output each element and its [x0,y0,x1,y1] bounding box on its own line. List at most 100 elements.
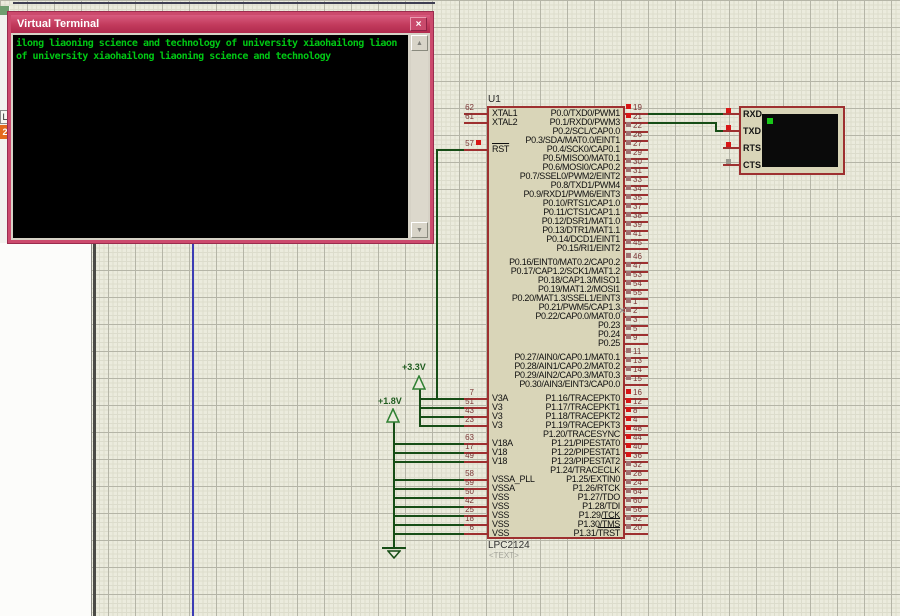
terminal-text-line: ilong liaoning science and technology of… [13,37,408,50]
pin-state-indicator [626,167,631,172]
pin-stub[interactable] [464,533,487,535]
window-title: Virtual Terminal [17,18,99,30]
pin-state-indicator [626,122,631,127]
pin-state-indicator [626,407,631,412]
pin-number: 12 [633,398,661,406]
pin-number: 60 [633,497,661,505]
pin-state-indicator [626,506,631,511]
pin-stub[interactable] [723,113,739,115]
pin-state-indicator [626,434,631,439]
pin-number: 61 [446,113,474,121]
pin-state-indicator [626,515,631,520]
terminal-console[interactable]: ilong liaoning science and technology of… [13,35,408,238]
pin-label: P0.25 [489,338,620,348]
pin-state-indicator [626,307,631,312]
pin-state-indicator [626,497,631,502]
pin-number: 49 [446,452,474,460]
pin-stub[interactable] [625,384,648,386]
pin-number: 4 [633,416,661,424]
wire-segment[interactable] [715,122,717,130]
power-3v3-label: +3.3V [402,362,426,372]
pin-number: 2 [633,307,661,315]
pin-stub[interactable] [464,149,487,151]
pin-state-indicator [626,289,631,294]
pin-label: P0.30/AIN3/EINT3/CAP0.0 [489,379,620,389]
pin-number: 21 [633,113,661,121]
pin-number: 50 [446,488,474,496]
pin-number: 48 [633,425,661,433]
toolbar-bottom-edge [13,2,435,4]
pin-state-indicator [626,239,631,244]
pin-number: 40 [633,443,661,451]
pin-number: 45 [633,239,661,247]
virtual-terminal-window: Virtual Terminal × ilong liaoning scienc… [8,12,433,243]
pin-stub[interactable] [723,147,739,149]
pin-state-indicator [726,142,731,147]
pin-number: 46 [633,253,661,261]
pin-number: 26 [633,131,661,139]
pin-number: 24 [633,479,661,487]
pin-number: 56 [633,506,661,514]
pin-state-indicator [626,221,631,226]
pin-number: 32 [633,461,661,469]
power-3v3-arrow-icon[interactable] [412,375,426,390]
pin-label: P0.15/RI1/EINT2 [489,243,620,253]
pin-number: 51 [446,398,474,406]
pin-number: 1 [633,298,661,306]
pin-state-indicator [626,524,631,529]
terminal-scrollbar[interactable]: ▲ ▼ [411,35,428,238]
pin-state-indicator [626,212,631,217]
pin-state-indicator [626,158,631,163]
pin-stub[interactable] [464,425,487,427]
power-1v8-label: +1.8V [378,396,402,406]
pin-number: 42 [446,497,474,505]
wire-segment[interactable] [393,421,395,547]
chip-reference: U1 [488,94,501,105]
pin-stub[interactable] [723,164,739,166]
pin-stub[interactable] [464,122,487,124]
pin-state-indicator [626,425,631,430]
pin-number: 53 [633,271,661,279]
window-client-area: ilong liaoning science and technology of… [11,33,430,240]
window-titlebar[interactable]: Virtual Terminal × [11,15,430,33]
pin-number: 19 [633,104,661,112]
pin-number: 31 [633,167,661,175]
pin-stub[interactable] [723,130,739,132]
instrument-pin-label: RXD [743,109,762,119]
pin-state-indicator [476,140,481,145]
pin-number: 30 [633,158,661,166]
scroll-up-button[interactable]: ▲ [411,35,428,51]
pin-number: 63 [446,434,474,442]
ground-symbol[interactable] [382,547,406,549]
pin-state-indicator [626,262,631,267]
pin-number: 37 [633,203,661,211]
pin-state-indicator [626,325,631,330]
pin-stub[interactable] [625,343,648,345]
instrument-screen [762,114,838,167]
wire-segment[interactable] [436,149,438,398]
pin-number: 62 [446,104,474,112]
pin-number: 34 [633,185,661,193]
instrument-pin-label: CTS [743,160,761,170]
pin-number: 33 [633,176,661,184]
pin-number: 55 [633,289,661,297]
pin-number: 41 [633,230,661,238]
pin-stub[interactable] [625,248,648,250]
pin-number: 47 [633,262,661,270]
pin-state-indicator [626,113,631,118]
pin-label: P1.31/TRST [489,528,620,538]
pin-stub[interactable] [464,461,487,463]
scroll-down-button[interactable]: ▼ [411,222,428,238]
close-button[interactable]: × [410,17,427,31]
power-1v8-arrow-icon[interactable] [386,408,400,423]
pin-stub[interactable] [625,533,648,535]
pin-number: 7 [446,389,474,397]
pin-state-indicator [626,176,631,181]
pin-number: 16 [633,389,661,397]
pin-number: 3 [633,316,661,324]
pin-state-indicator [626,461,631,466]
pin-number: 14 [633,366,661,374]
pin-number: 44 [633,434,661,442]
object-selector-panel[interactable] [0,243,92,616]
pin-number: 15 [633,375,661,383]
